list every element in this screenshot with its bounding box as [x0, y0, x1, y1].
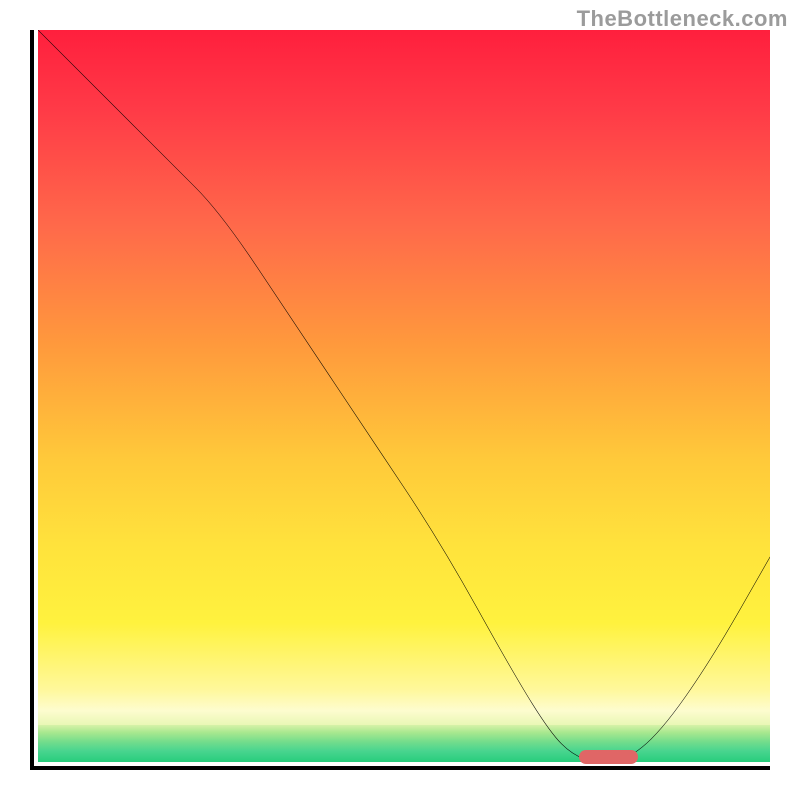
plot-area — [30, 30, 770, 770]
watermark-text: TheBottleneck.com — [577, 6, 788, 32]
curve-svg — [38, 30, 770, 762]
optimal-range-marker — [579, 750, 638, 764]
bottleneck-chart: TheBottleneck.com — [0, 0, 800, 800]
bottleneck-curve-path — [38, 30, 770, 762]
